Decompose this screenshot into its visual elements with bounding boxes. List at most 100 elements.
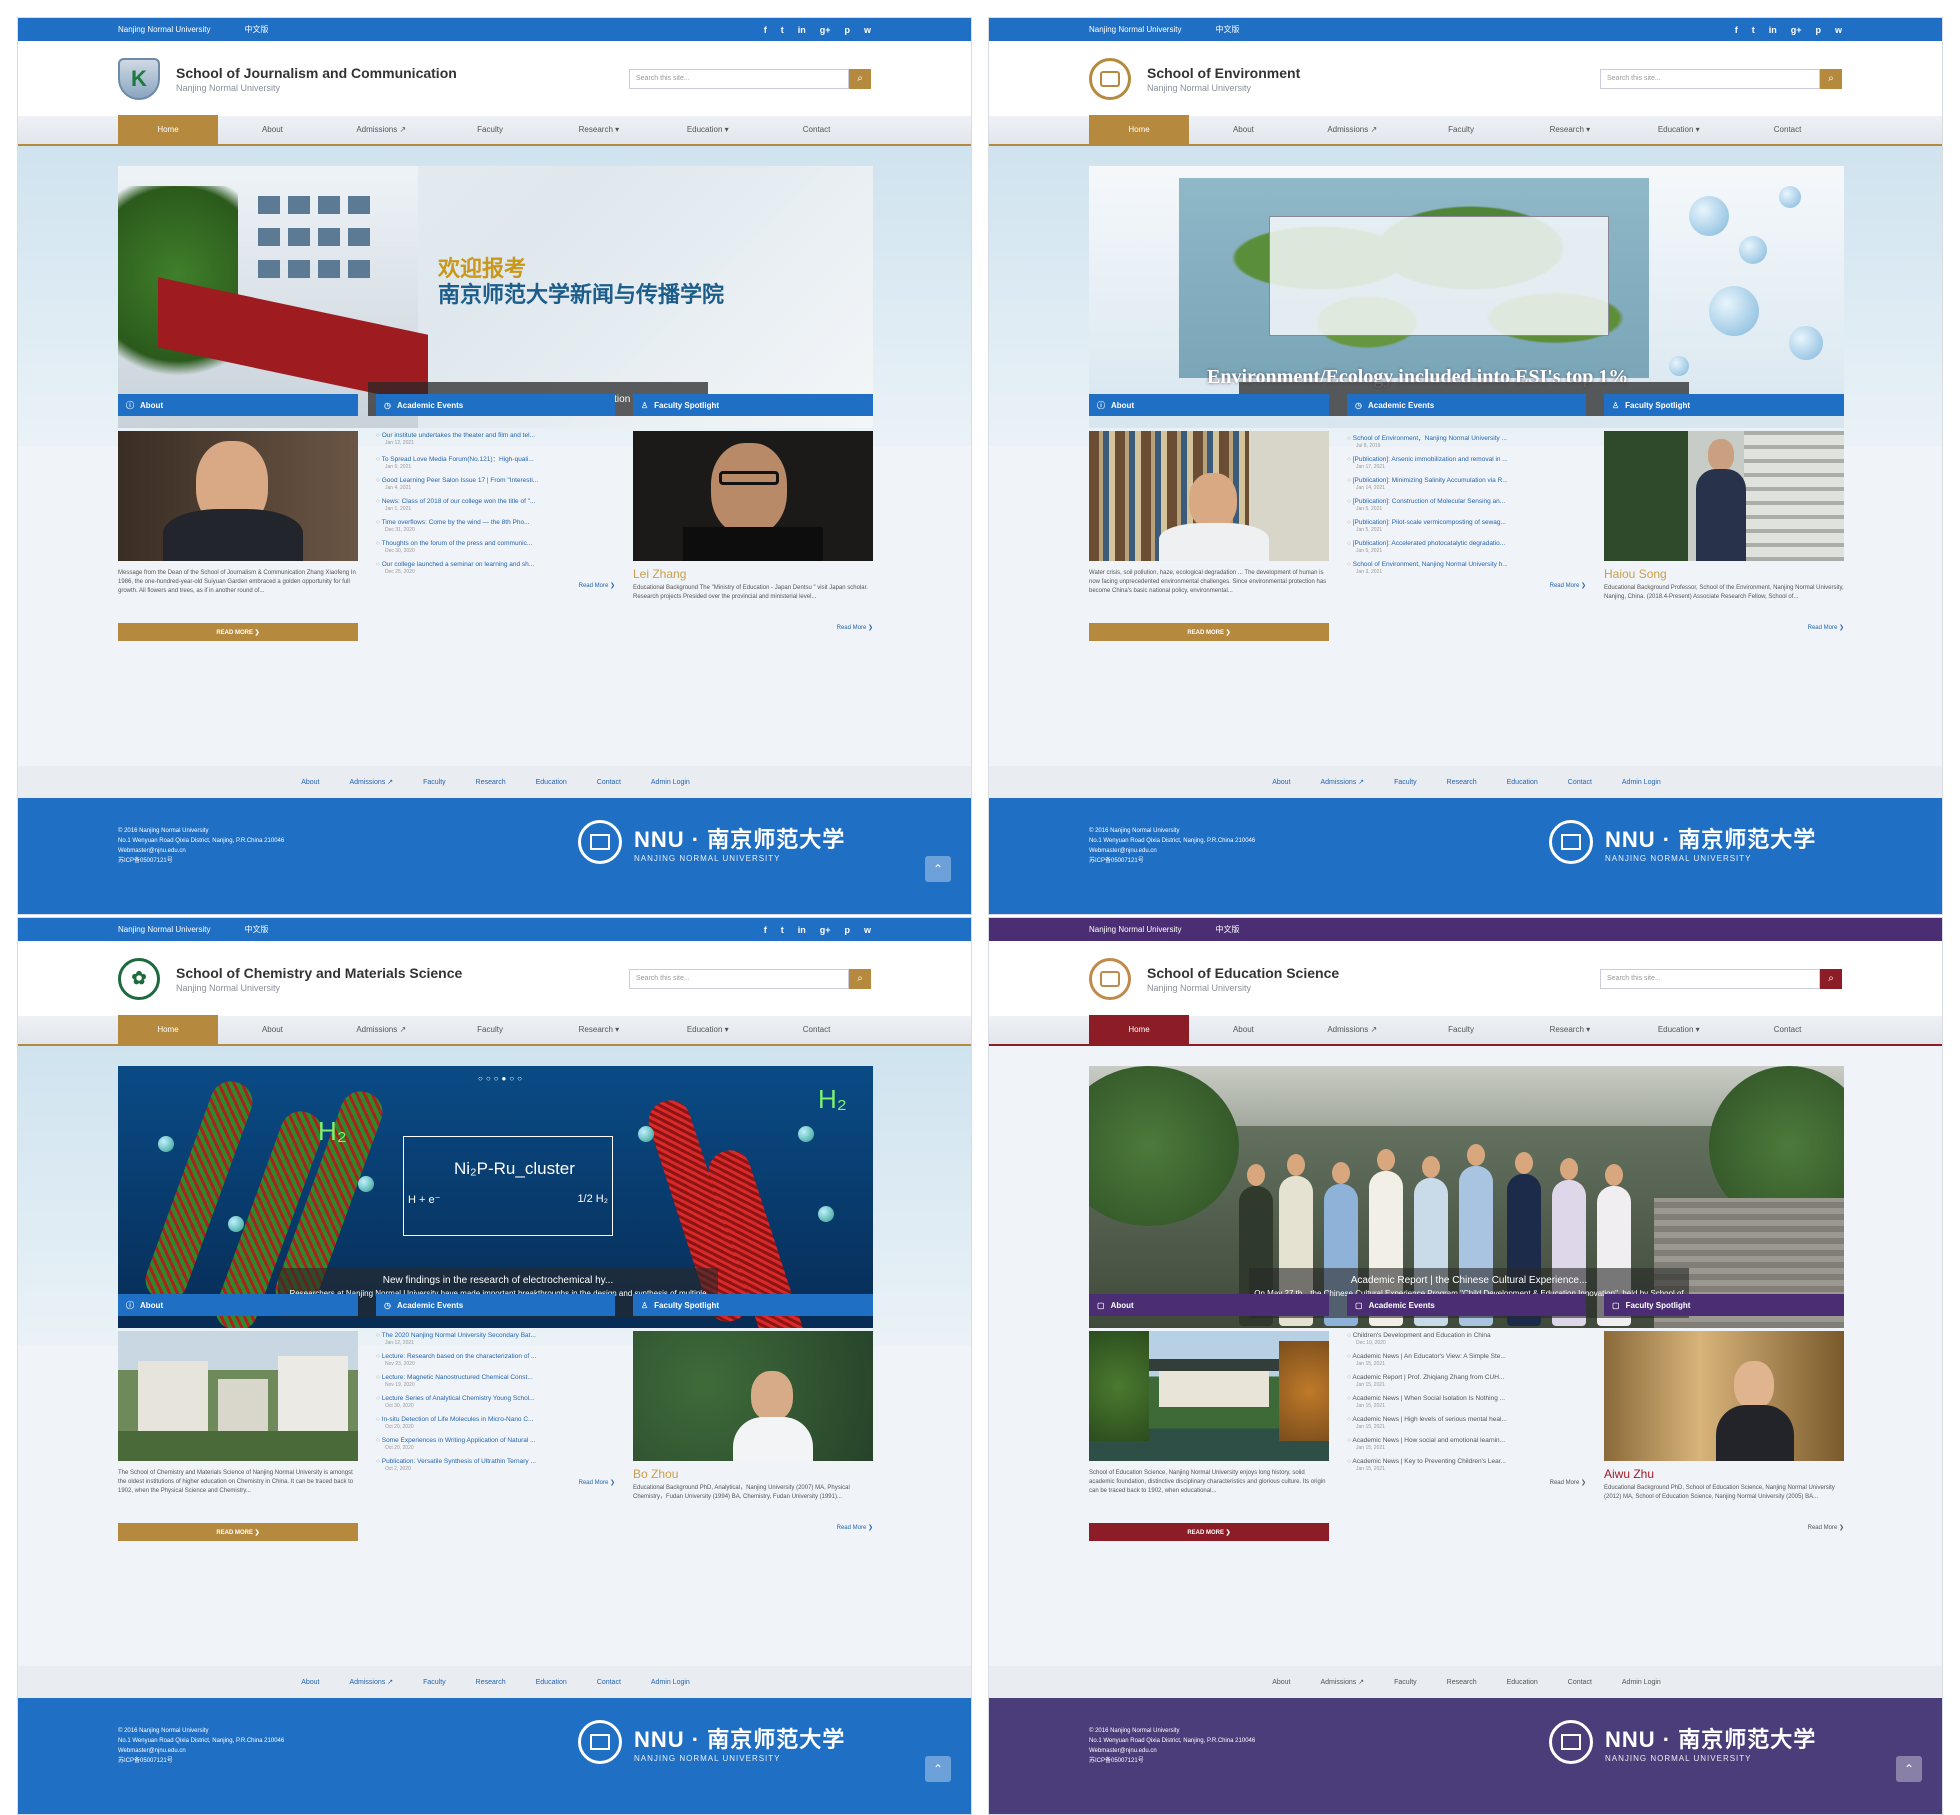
pinterest-icon[interactable]: p (1815, 25, 1821, 35)
read-more-button[interactable]: READ MORE ❯ (1089, 623, 1329, 641)
pinterest-icon[interactable]: p (844, 25, 850, 35)
event-item[interactable]: Time overflows: Come by the wind — the 8… (376, 519, 615, 533)
footer-link-faculty[interactable]: Faculty (1394, 1679, 1417, 1686)
faculty-photo[interactable] (1604, 1331, 1844, 1461)
nav-research[interactable]: Research ▾ (544, 115, 653, 145)
nav-about[interactable]: About (1189, 115, 1298, 145)
faculty-photo[interactable] (633, 431, 873, 561)
nav-research[interactable]: Research ▾ (544, 1015, 653, 1045)
footer-link-contact[interactable]: Contact (597, 779, 621, 786)
search-button[interactable]: ⌕ (1820, 68, 1842, 89)
search-input[interactable]: Search this site... (1600, 968, 1820, 989)
campus-photo[interactable] (1089, 1331, 1329, 1461)
event-item[interactable]: Our college launched a seminar on learni… (376, 561, 615, 575)
event-item[interactable]: Academic News | How social and emotional… (1347, 1437, 1586, 1451)
dean-photo[interactable] (1089, 431, 1329, 561)
footer-link-admin-login[interactable]: Admin Login (1622, 779, 1661, 786)
nnu-logo[interactable]: NNU · 南京师范大学 NANJING NORMAL UNIVERSITY (578, 1720, 845, 1764)
nav-education[interactable]: Education ▾ (1624, 1015, 1733, 1045)
events-read-more[interactable]: Read More ❯ (1347, 582, 1586, 589)
nav-about[interactable]: About (218, 115, 327, 145)
footer-link-admissions[interactable]: Admissions ↗ (349, 1678, 393, 1686)
faculty-read-more[interactable]: Read More ❯ (1604, 1524, 1844, 1531)
event-item[interactable]: Publication: Versatile Synthesis of Ultr… (376, 1458, 615, 1472)
back-to-top-button[interactable]: ⌃ (1896, 1756, 1922, 1782)
footer-link-admissions[interactable]: Admissions ↗ (1320, 778, 1364, 786)
nav-education[interactable]: Education ▾ (653, 115, 762, 145)
school-title[interactable]: School of Chemistry and Materials Scienc… (176, 965, 462, 981)
footer-link-about[interactable]: About (301, 779, 319, 786)
nav-home[interactable]: Home (118, 1015, 218, 1045)
event-item[interactable]: [Publication]: Accelerated photocatalyti… (1347, 540, 1586, 554)
pinterest-icon[interactable]: p (844, 925, 850, 935)
nav-admissions[interactable]: Admissions ↗ (1298, 115, 1407, 145)
nav-home[interactable]: Home (1089, 115, 1189, 145)
university-link[interactable]: Nanjing Normal University (118, 25, 210, 34)
footer-link-education[interactable]: Education (536, 779, 567, 786)
read-more-button[interactable]: READ MORE ❯ (1089, 1523, 1329, 1541)
linkedin-icon[interactable]: in (1769, 25, 1777, 35)
event-item[interactable]: Lecture: Magnetic Nanostructured Chemica… (376, 1374, 615, 1388)
university-link[interactable]: Nanjing Normal University (1089, 25, 1181, 34)
faculty-name[interactable]: Aiwu Zhu (1604, 1467, 1844, 1481)
faculty-name[interactable]: Bo Zhou (633, 1467, 873, 1481)
event-item[interactable]: Academic News | High levels of serious m… (1347, 1416, 1586, 1430)
faculty-name[interactable]: Lei Zhang (633, 567, 873, 581)
event-item[interactable]: Thoughts on the forum of the press and c… (376, 540, 615, 554)
footer-link-about[interactable]: About (1272, 1679, 1290, 1686)
school-logo[interactable]: K (118, 57, 160, 100)
back-to-top-button[interactable]: ⌃ (925, 856, 951, 882)
search-input[interactable]: Search this site... (629, 68, 849, 89)
faculty-read-more[interactable]: Read More ❯ (633, 624, 873, 631)
footer-link-education[interactable]: Education (1507, 1679, 1538, 1686)
footer-link-about[interactable]: About (1272, 779, 1290, 786)
nav-contact[interactable]: Contact (1733, 1015, 1842, 1045)
event-item[interactable]: Lecture: Research based on the character… (376, 1353, 615, 1367)
nnu-logo[interactable]: NNU · 南京师范大学 NANJING NORMAL UNIVERSITY (1549, 1720, 1816, 1764)
footer-link-education[interactable]: Education (1507, 779, 1538, 786)
event-item[interactable]: School of Environment, Nanjing Normal Un… (1347, 561, 1586, 575)
school-title[interactable]: School of Education Science (1147, 965, 1339, 981)
faculty-name[interactable]: Haiou Song (1604, 567, 1844, 581)
footer-link-contact[interactable]: Contact (1568, 1679, 1592, 1686)
nav-admissions[interactable]: Admissions ↗ (327, 115, 436, 145)
footer-link-admin-login[interactable]: Admin Login (651, 779, 690, 786)
nav-faculty[interactable]: Faculty (1407, 115, 1516, 145)
nav-about[interactable]: About (218, 1015, 327, 1045)
event-item[interactable]: In-situ Detection of Life Molecules in M… (376, 1416, 615, 1430)
nav-education[interactable]: Education ▾ (1624, 115, 1733, 145)
footer-link-faculty[interactable]: Faculty (423, 779, 446, 786)
footer-link-research[interactable]: Research (476, 1679, 506, 1686)
google-plus-icon[interactable]: g+ (820, 925, 831, 935)
dean-photo[interactable] (118, 431, 358, 561)
event-item[interactable]: The 2020 Nanjing Normal University Secon… (376, 1332, 615, 1346)
university-link[interactable]: Nanjing Normal University (1089, 925, 1181, 934)
footer-link-research[interactable]: Research (1447, 779, 1477, 786)
back-to-top-button[interactable]: ⌃ (925, 1756, 951, 1782)
chinese-version-link[interactable]: 中文版 (244, 925, 268, 934)
event-item[interactable]: School of Environment，Nanjing Normal Uni… (1347, 432, 1586, 449)
footer-link-admissions[interactable]: Admissions ↗ (1320, 1678, 1364, 1686)
events-read-more[interactable]: Read More ❯ (376, 582, 615, 589)
event-item[interactable]: Academic Report | Prof. Zhiqiang Zhang f… (1347, 1374, 1586, 1388)
event-item[interactable]: Lecture Series of Analytical Chemistry Y… (376, 1395, 615, 1409)
school-logo[interactable] (1089, 57, 1131, 100)
campus-photo[interactable] (118, 1331, 358, 1461)
event-item[interactable]: Academic News | When Social Isolation Is… (1347, 1395, 1586, 1409)
event-item[interactable]: To Spread Love Media Forum(No.121)：High-… (376, 453, 615, 470)
nav-faculty[interactable]: Faculty (1407, 1015, 1516, 1045)
nav-research[interactable]: Research ▾ (1515, 115, 1624, 145)
event-item[interactable]: Our institute undertakes the theater and… (376, 432, 615, 446)
faculty-read-more[interactable]: Read More ❯ (633, 1524, 873, 1531)
footer-link-admissions[interactable]: Admissions ↗ (349, 778, 393, 786)
twitter-icon[interactable]: t (781, 925, 784, 935)
events-read-more[interactable]: Read More ❯ (1347, 1479, 1586, 1486)
nav-contact[interactable]: Contact (762, 1015, 871, 1045)
chinese-version-link[interactable]: 中文版 (1215, 925, 1239, 934)
event-item[interactable]: [Publication]: Construction of Molecular… (1347, 498, 1586, 512)
hero-slide[interactable]: ○○○●○○ H₂ H₂ Ni₂P-Ru_cluster H + e⁻ 1/2 … (118, 1066, 873, 1328)
nav-home[interactable]: Home (118, 115, 218, 145)
twitter-icon[interactable]: t (781, 25, 784, 35)
nav-research[interactable]: Research ▾ (1515, 1015, 1624, 1045)
footer-link-about[interactable]: About (301, 1679, 319, 1686)
